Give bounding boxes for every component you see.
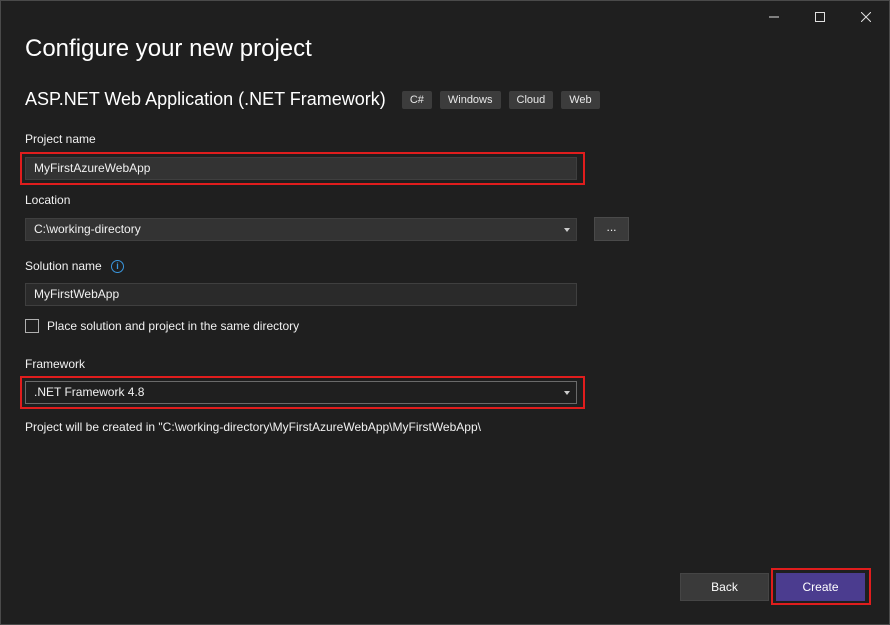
page-title: Configure your new project: [25, 35, 312, 62]
solution-name-input[interactable]: [34, 287, 576, 301]
info-icon[interactable]: i: [111, 260, 125, 274]
solution-name-label-row: Solution name i: [25, 259, 125, 274]
location-dropdown[interactable]: C:\working-directory: [25, 218, 577, 241]
chevron-down-icon[interactable]: [564, 228, 570, 232]
tag-cloud: Cloud: [508, 90, 554, 109]
minimize-icon[interactable]: [751, 1, 797, 33]
template-info: ASP.NET Web Application (.NET Framework)…: [25, 89, 608, 110]
close-icon[interactable]: [843, 1, 889, 33]
back-button[interactable]: Back: [680, 573, 769, 601]
framework-label: Framework: [25, 357, 86, 371]
project-name-label: Project name: [25, 132, 96, 146]
tag-windows: Windows: [439, 90, 501, 109]
maximize-icon[interactable]: [797, 1, 843, 33]
template-name: ASP.NET Web Application (.NET Framework): [25, 89, 386, 109]
same-directory-label: Place solution and project in the same d…: [47, 319, 300, 333]
same-directory-option[interactable]: Place solution and project in the same d…: [25, 319, 299, 333]
browse-button[interactable]: ...: [594, 217, 629, 241]
tag-web: Web: [561, 90, 600, 109]
framework-value: .NET Framework 4.8: [34, 385, 145, 399]
project-name-input[interactable]: [34, 161, 576, 175]
tag-csharp: C#: [401, 90, 432, 109]
dialog-window: Configure your new project ASP.NET Web A…: [0, 0, 890, 625]
solution-name-field[interactable]: [25, 283, 577, 306]
project-path-note: Project will be created in "C:\working-d…: [25, 420, 481, 434]
chevron-down-icon[interactable]: [564, 391, 570, 395]
location-value: C:\working-directory: [34, 222, 141, 236]
window-controls: [751, 1, 889, 33]
framework-dropdown[interactable]: .NET Framework 4.8: [25, 381, 577, 404]
solution-name-label: Solution name: [25, 259, 102, 273]
create-button[interactable]: Create: [776, 573, 865, 601]
project-name-field[interactable]: [25, 157, 577, 180]
same-directory-checkbox[interactable]: [25, 319, 39, 333]
location-label: Location: [25, 193, 71, 207]
